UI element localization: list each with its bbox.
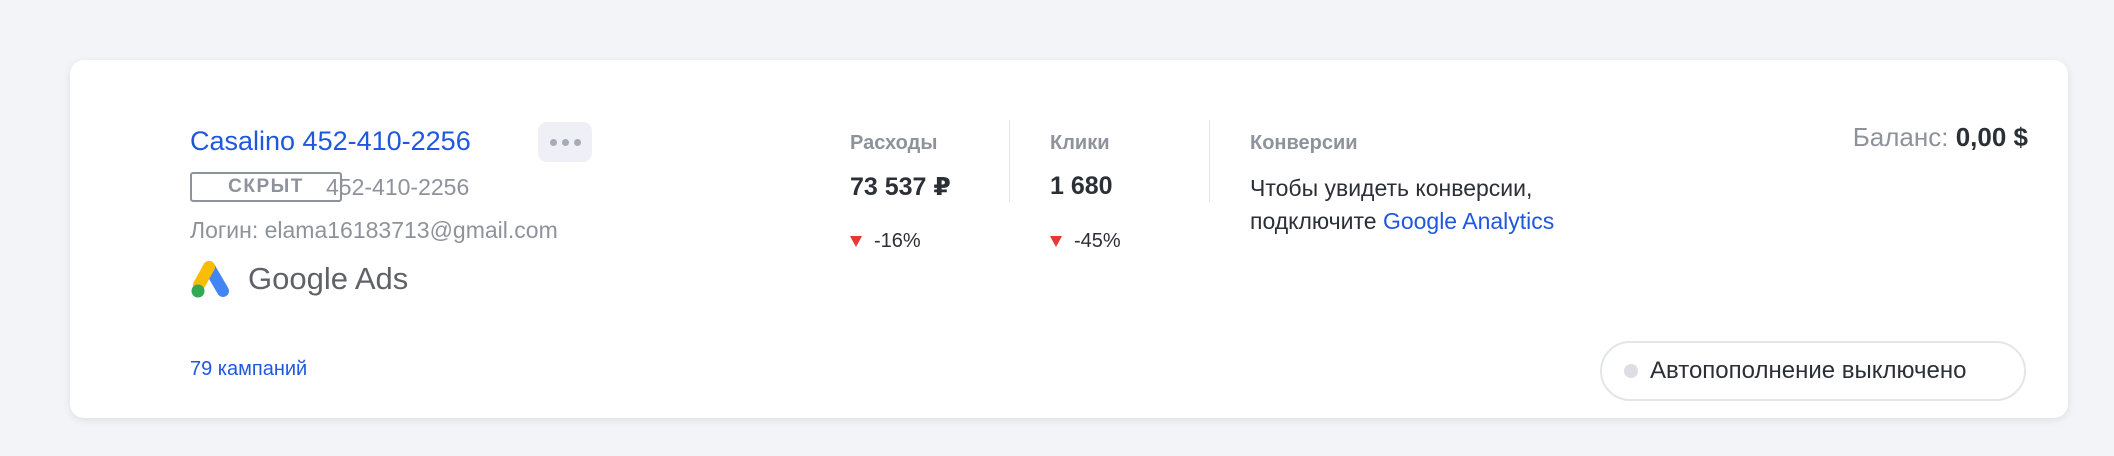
status-badge: СКРЫТ	[190, 172, 342, 202]
triangle-down-icon	[850, 236, 862, 247]
conversions-message-line1: Чтобы увидеть конверсии,	[1250, 175, 1533, 201]
clicks-change-value: -45%	[1074, 230, 1121, 252]
platform-name: Google Ads	[248, 261, 409, 296]
account-id: 452-410-2256	[326, 174, 470, 200]
conversions-label: Конверсии	[1250, 132, 1358, 154]
clicks-change: -45%	[1050, 230, 1121, 253]
metrics-divider	[1009, 120, 1010, 202]
triangle-down-icon	[1050, 236, 1062, 247]
google-analytics-link[interactable]: Google Analytics	[1383, 208, 1554, 234]
account-login: Логин: elama16183713@gmail.com	[190, 217, 558, 243]
campaigns-count-link[interactable]: 79 кампаний	[190, 358, 307, 381]
account-card: Casalino 452-410-2256 СКРЫТ 452-410-2256…	[70, 60, 2068, 418]
balance: Баланс: 0,00 $	[1853, 122, 2028, 153]
conversions-message-line2: подключите Google Analytics	[1250, 205, 1554, 238]
account-name-link[interactable]: Casalino 452-410-2256	[190, 126, 471, 157]
platform-brand: Google Ads	[190, 260, 408, 298]
clicks-value: 1 680	[1050, 172, 1113, 200]
balance-value: 0,00 $	[1955, 122, 2028, 152]
spend-label: Расходы	[850, 132, 938, 154]
spend-value: 73 537 ₽	[850, 173, 951, 201]
balance-label: Баланс:	[1852, 122, 1949, 152]
metrics-divider	[1209, 120, 1210, 202]
autopay-label: Автопополнение выключено	[1650, 357, 1967, 384]
conversions-message-prefix: подключите	[1250, 208, 1377, 234]
google-ads-logo-icon	[191, 261, 229, 298]
more-options-button[interactable]	[538, 122, 592, 162]
spend-change: -16%	[850, 230, 921, 253]
conversions-message: Чтобы увидеть конверсии, подключите Goog…	[1250, 172, 1554, 238]
status-dot-icon	[1624, 364, 1638, 378]
clicks-label: Клики	[1050, 132, 1110, 154]
spend-change-value: -16%	[874, 230, 921, 252]
more-horizontal-icon	[549, 138, 557, 146]
autopay-toggle[interactable]: Автопополнение выключено	[1600, 341, 2026, 401]
